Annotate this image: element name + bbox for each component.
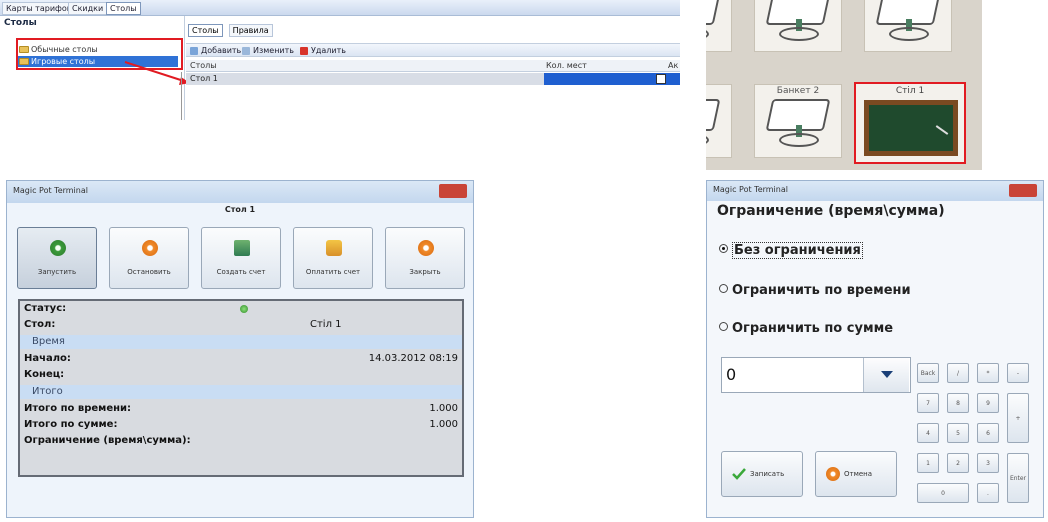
table-info-grid: Статус: Стол: Стіл 1 Время Начало: 14.03… — [18, 299, 464, 477]
billiard-table-label: Стіл 1 — [895, 86, 925, 96]
window-title: Magic Pot Terminal — [713, 185, 788, 194]
key-back[interactable]: Back — [917, 363, 939, 383]
time-group-header[interactable]: Время — [20, 335, 462, 349]
play-icon — [50, 240, 66, 256]
edit-icon — [242, 47, 250, 55]
key-6[interactable]: 6 — [977, 423, 999, 443]
cancel-icon — [826, 467, 840, 481]
key-plus[interactable]: + — [1007, 393, 1029, 443]
key-decimal[interactable]: . — [977, 483, 999, 503]
key-7[interactable]: 7 — [917, 393, 939, 413]
delete-label: Удалить — [311, 46, 346, 55]
delete-icon — [300, 47, 308, 55]
tables-editor: Столы Правила Добавить Изменить Удалить … — [186, 16, 680, 120]
add-label: Добавить — [201, 46, 242, 55]
radio-icon — [719, 284, 728, 293]
chevron-down-icon — [881, 371, 893, 378]
tablecloth-icon — [706, 99, 721, 131]
subtab-tables[interactable]: Столы — [188, 24, 223, 37]
stop-button[interactable]: Остановить — [109, 227, 189, 289]
sum-limit-radio[interactable]: Ограничить по сумме — [719, 321, 893, 336]
billiard-table-tile[interactable]: Стіл 1 — [854, 82, 966, 164]
admin-tables-panel: Карты тарифов Скидки Столы Столы Обычные… — [0, 0, 680, 120]
key-enter[interactable]: Enter — [1007, 453, 1029, 503]
key-minus[interactable]: - — [1007, 363, 1029, 383]
key-0[interactable]: 0 — [917, 483, 969, 503]
no-limit-radio[interactable]: Без ограничения — [719, 242, 863, 259]
tables-grid-panel: Банкет 2 Стіл 1 — [706, 0, 982, 170]
key-9[interactable]: 9 — [977, 393, 999, 413]
end-row: Конец: — [24, 369, 65, 380]
tile-label: Банкет 2 — [776, 86, 820, 96]
key-1[interactable]: 1 — [917, 453, 939, 473]
table-row: Стол: Стіл 1 — [24, 319, 342, 330]
grid-header: Столы Кол. мест Ак — [186, 60, 680, 72]
table-tile[interactable] — [754, 0, 842, 52]
cancel-button[interactable]: Отмена — [815, 451, 897, 497]
limit-dialog: Magic Pot Terminal Ограничение (время\су… — [706, 180, 1044, 518]
col-active[interactable]: Ак — [668, 60, 678, 72]
add-icon — [190, 47, 198, 55]
close-window-button[interactable] — [439, 184, 467, 198]
table-tile[interactable] — [706, 84, 732, 158]
amount-dropdown-button[interactable] — [863, 358, 909, 392]
edit-label: Изменить — [253, 46, 294, 55]
start-row: Начало: 14.03.2012 08:19 — [24, 353, 458, 364]
subtab-rules[interactable]: Правила — [228, 24, 273, 37]
total-time-row: Итого по времени: 1.000 — [24, 403, 458, 414]
total-group-header[interactable]: Итого — [20, 385, 462, 399]
save-button[interactable]: Записать — [721, 451, 803, 497]
time-limit-radio[interactable]: Ограничить по времени — [719, 283, 911, 298]
tablecloth-icon — [706, 0, 721, 25]
cue-icon — [935, 125, 949, 135]
window-titlebar: Magic Pot Terminal — [7, 181, 473, 203]
col-tables[interactable]: Столы — [190, 60, 217, 72]
payment-icon — [326, 240, 342, 256]
table-tile[interactable] — [864, 0, 952, 52]
key-divide[interactable]: / — [947, 363, 969, 383]
create-bill-button[interactable]: Создать счет — [201, 227, 281, 289]
active-checkbox[interactable] — [656, 74, 666, 84]
editor-subtabs: Столы Правила — [188, 18, 274, 37]
status-indicator-icon — [240, 305, 248, 313]
start-button[interactable]: Запустить — [17, 227, 97, 289]
key-multiply[interactable]: * — [977, 363, 999, 383]
radio-selected-icon — [719, 244, 728, 253]
key-3[interactable]: 3 — [977, 453, 999, 473]
checkmark-icon — [732, 468, 746, 480]
stop-icon — [142, 240, 158, 256]
editor-toolbar: Добавить Изменить Удалить — [186, 43, 680, 57]
add-button[interactable]: Добавить — [190, 45, 241, 56]
key-4[interactable]: 4 — [917, 423, 939, 443]
key-8[interactable]: 8 — [947, 393, 969, 413]
terminal-window: Magic Pot Terminal Стол 1 Запустить Оста… — [6, 180, 474, 518]
key-5[interactable]: 5 — [947, 423, 969, 443]
table-tile-banquet-2[interactable]: Банкет 2 — [754, 84, 842, 158]
row-name: Стол 1 — [190, 74, 218, 83]
window-titlebar: Magic Pot Terminal — [707, 181, 1043, 201]
col-seats[interactable]: Кол. мест — [546, 60, 587, 72]
close-icon — [418, 240, 434, 256]
edit-button[interactable]: Изменить — [242, 45, 294, 56]
bill-icon — [234, 240, 250, 256]
status-row: Статус: — [20, 301, 462, 317]
delete-button[interactable]: Удалить — [300, 45, 346, 56]
billiard-table-icon — [864, 100, 958, 156]
close-table-button[interactable]: Закрыть — [385, 227, 465, 289]
table-title: Стол 1 — [224, 205, 256, 214]
dialog-title: Ограничение (время\сумма) — [717, 203, 945, 219]
radio-icon — [719, 322, 728, 331]
close-window-button[interactable] — [1009, 184, 1037, 197]
divider — [181, 72, 182, 120]
window-title: Magic Pot Terminal — [13, 186, 88, 195]
limit-row: Ограничение (время\сумма): — [24, 435, 191, 446]
pay-bill-button[interactable]: Оплатить счет — [293, 227, 373, 289]
total-sum-row: Итого по сумме: 1.000 — [24, 419, 458, 430]
table-tile[interactable] — [706, 0, 732, 52]
key-2[interactable]: 2 — [947, 453, 969, 473]
action-buttons: Запустить Остановить Создать счет Оплати… — [17, 227, 467, 289]
